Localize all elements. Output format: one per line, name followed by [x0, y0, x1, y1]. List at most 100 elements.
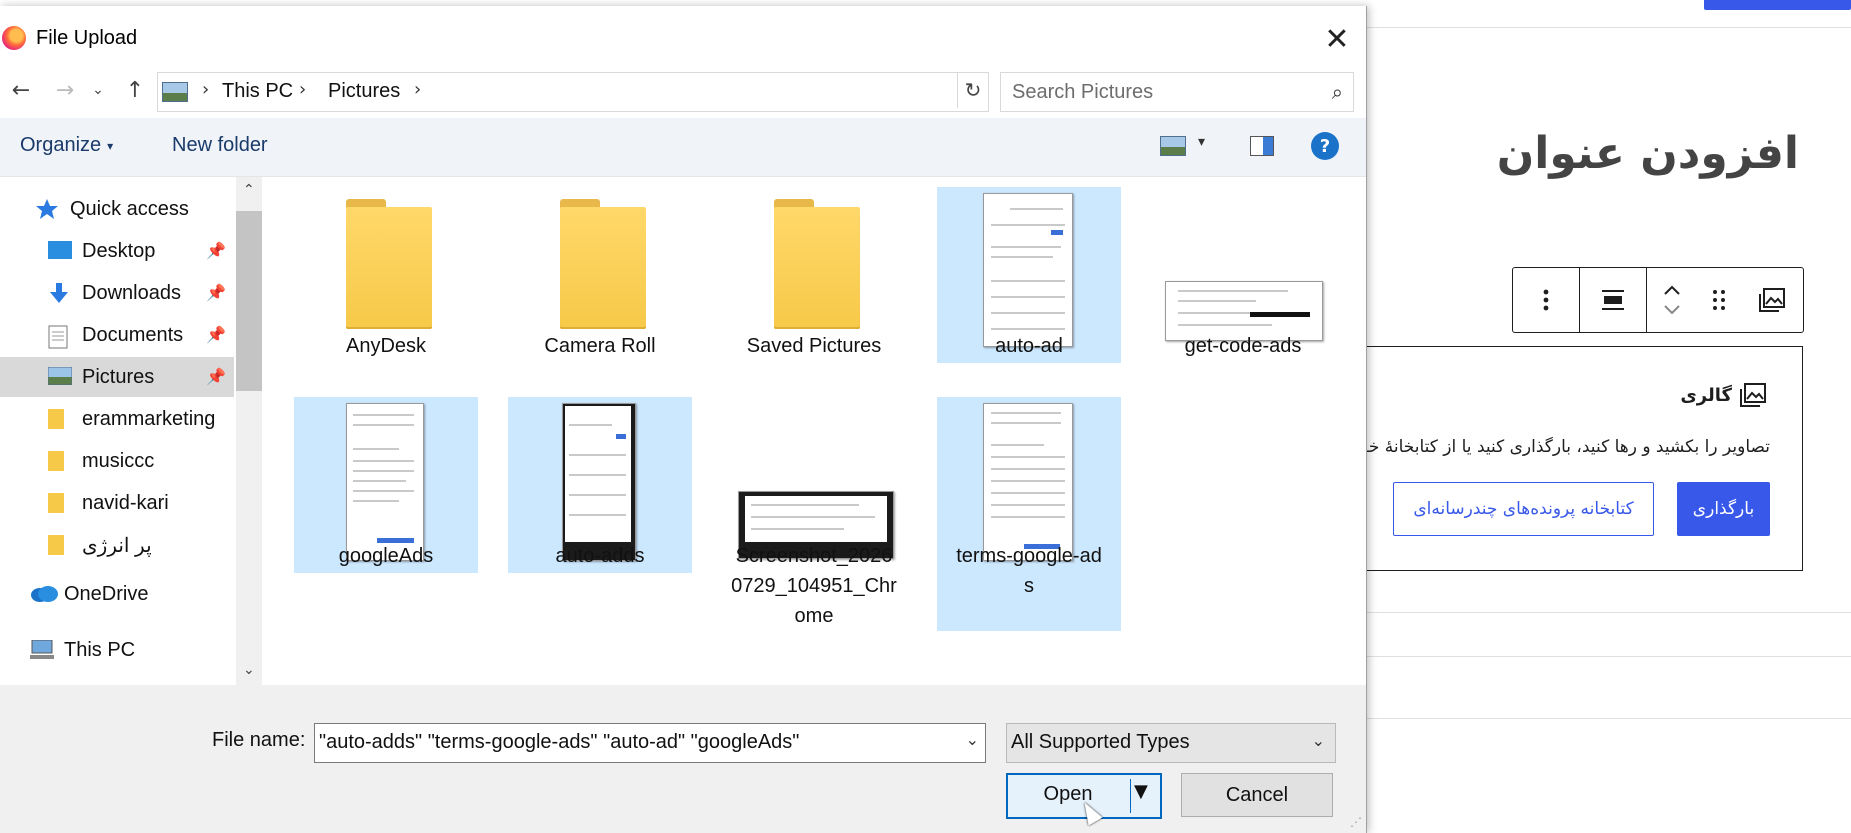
- media-library-button[interactable]: کتابخانه پرونده‌های چندرسانه‌ای: [1393, 482, 1654, 536]
- organize-button[interactable]: Organize ▾: [20, 134, 113, 157]
- nav-item-downloads[interactable]: Downloads 📌: [0, 273, 234, 313]
- nav-item-musiccc[interactable]: musiccc: [0, 441, 234, 481]
- move-up-down-icon[interactable]: [1647, 268, 1697, 332]
- computer-icon: [30, 639, 54, 660]
- upload-button[interactable]: بارگذاری: [1677, 482, 1770, 536]
- pin-icon[interactable]: 📌: [206, 367, 226, 387]
- up-icon[interactable]: ↑: [120, 70, 150, 110]
- caret-down-icon[interactable]: ▾: [1198, 134, 1205, 150]
- publish-button[interactable]: [1704, 0, 1851, 10]
- preview-pane-icon[interactable]: [1250, 136, 1274, 156]
- more-options-icon[interactable]: [1513, 268, 1579, 332]
- title-bar: File Upload ✕: [0, 6, 1366, 62]
- file-name: get-code-ads: [1184, 335, 1302, 357]
- file-list: AnyDesk Camera Roll Saved Pictures auto-…: [268, 177, 1366, 685]
- address-bar[interactable]: › This PC › Pictures › ⌄: [157, 72, 1107, 112]
- post-title[interactable]: افزودن عنوان: [1497, 128, 1799, 179]
- help-icon[interactable]: ?: [1311, 132, 1339, 160]
- nav-item-desktop[interactable]: Desktop 📌: [0, 231, 234, 271]
- caret-down-icon: ▾: [107, 138, 114, 153]
- nav-scrollbar-thumb[interactable]: [236, 211, 262, 391]
- nav-item-onedrive[interactable]: OneDrive: [0, 574, 234, 614]
- file-item-get-code-ads[interactable]: get-code-ads: [1151, 187, 1335, 363]
- file-item-auto-adds[interactable]: auto-adds: [508, 397, 692, 573]
- file-name-value: "auto-adds" "terms-google-ads" "auto-ad"…: [319, 731, 800, 753]
- gallery-block-icon[interactable]: [1741, 268, 1803, 332]
- file-item-anydesk[interactable]: AnyDesk: [294, 187, 478, 363]
- breadcrumb-pictures[interactable]: Pictures: [328, 80, 400, 103]
- scroll-up-icon[interactable]: ⌃: [243, 182, 255, 198]
- chevron-down-icon: ⌄: [1311, 731, 1325, 750]
- image-thumbnail: [562, 403, 636, 561]
- recent-locations-icon[interactable]: ⌄: [88, 70, 108, 110]
- folder-icon: [48, 493, 72, 513]
- divider: [1365, 718, 1851, 719]
- file-name-label: File name:: [212, 729, 306, 751]
- new-folder-button[interactable]: New folder: [172, 134, 268, 157]
- divider: [1365, 656, 1851, 657]
- desktop-icon: [48, 241, 72, 261]
- file-type-value: All Supported Types: [1011, 731, 1190, 753]
- nav-item-navid-kari[interactable]: navid-kari: [0, 483, 234, 523]
- caret-down-icon[interactable]: ▼: [1134, 781, 1148, 802]
- file-item-camera-roll[interactable]: Camera Roll: [508, 187, 692, 363]
- chevron-down-icon[interactable]: ⌄: [966, 730, 979, 749]
- file-item-auto-ad[interactable]: auto-ad: [937, 187, 1121, 363]
- gallery-heading: گالری: [1680, 383, 1766, 407]
- file-name: Saved Pictures: [746, 335, 882, 357]
- pin-icon[interactable]: 📌: [206, 325, 226, 345]
- image-thumbnail: [983, 403, 1073, 561]
- nav-item-erammarketing[interactable]: erammarketing: [0, 399, 234, 439]
- image-thumbnail: [983, 193, 1073, 347]
- gallery-label: گالری: [1680, 384, 1732, 406]
- search-box[interactable]: Search Pictures ⌕: [1000, 72, 1354, 112]
- change-view-icon[interactable]: [1160, 136, 1186, 156]
- back-icon[interactable]: ←: [6, 70, 36, 110]
- nav-label: پر انرژی: [82, 534, 152, 557]
- nav-item-this-pc[interactable]: This PC: [0, 630, 234, 670]
- nav-item-por-energy[interactable]: پر انرژی: [0, 525, 234, 565]
- open-label: Open: [1043, 783, 1093, 805]
- file-upload-dialog: File Upload ✕ ← → ⌄ ↑ › This PC › Pictur…: [0, 6, 1367, 833]
- file-name: AnyDesk: [345, 335, 427, 357]
- pin-icon[interactable]: 📌: [206, 283, 226, 303]
- file-name: Screenshot_2026 0729_104951_Chr ome: [731, 545, 897, 627]
- file-item-terms-google-ads[interactable]: terms-google-ad s: [937, 397, 1121, 631]
- drag-handle-icon[interactable]: [1697, 268, 1741, 332]
- chevron-right-icon: ›: [414, 79, 422, 100]
- folder-icon: [560, 199, 646, 329]
- file-item-screenshot[interactable]: Screenshot_2026 0729_104951_Chr ome: [722, 397, 906, 637]
- nav-item-pictures[interactable]: Pictures 📌: [0, 357, 234, 397]
- navigation-bar: ← → ⌄ ↑ › This PC › Pictures › ⌄ ↻ Searc…: [0, 62, 1366, 118]
- divider: [1365, 612, 1851, 613]
- cancel-button[interactable]: Cancel: [1181, 773, 1333, 817]
- gallery-instructions: تصاویر را بکشید و رها کنید، بارگذاری کنی…: [1352, 437, 1770, 457]
- nav-label: Documents: [82, 323, 184, 346]
- nav-label: navid-kari: [82, 491, 169, 514]
- scroll-down-icon[interactable]: ⌄: [243, 662, 255, 678]
- folder-icon: [48, 409, 72, 429]
- file-name: terms-google-ad s: [956, 545, 1102, 597]
- folder-icon: [48, 451, 72, 471]
- pin-icon[interactable]: 📌: [206, 241, 226, 261]
- navigation-pane: Quick access Desktop 📌 Downloads 📌 Docum…: [0, 177, 262, 685]
- chevron-right-icon: ›: [202, 79, 210, 100]
- file-item-googleads[interactable]: googleAds: [294, 397, 478, 573]
- cloud-icon: [30, 584, 58, 604]
- breadcrumb-this-pc[interactable]: This PC: [222, 80, 293, 103]
- image-thumbnail: [346, 403, 424, 561]
- file-item-saved-pictures[interactable]: Saved Pictures: [722, 187, 906, 363]
- align-icon[interactable]: [1580, 268, 1646, 332]
- file-type-select[interactable]: All Supported Types ⌄: [1006, 723, 1336, 763]
- document-icon: [48, 325, 72, 349]
- nav-item-quick-access[interactable]: Quick access: [0, 189, 234, 229]
- dialog-title: File Upload: [36, 27, 138, 49]
- resize-grip-icon[interactable]: ⋰: [1350, 815, 1362, 829]
- refresh-icon[interactable]: ↻: [957, 72, 988, 108]
- nav-item-documents[interactable]: Documents 📌: [0, 315, 234, 355]
- forward-icon[interactable]: →: [50, 70, 80, 110]
- close-icon[interactable]: ✕: [1320, 22, 1354, 57]
- firefox-icon: [2, 26, 26, 50]
- search-input[interactable]: Search Pictures: [1012, 81, 1153, 104]
- file-name-field[interactable]: "auto-adds" "terms-google-ads" "auto-ad"…: [314, 723, 986, 763]
